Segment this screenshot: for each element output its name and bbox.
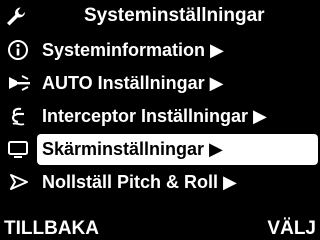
menu-item-skarminstallningar[interactable]: Skärminställningar ▶: [0, 133, 320, 166]
menu-item-label: Systeminformation ▶: [42, 40, 224, 60]
menu-item-auto-installningar[interactable]: AUTO Inställningar ▶: [0, 67, 320, 100]
monitor-icon: [6, 138, 32, 160]
menu-item-label: AUTO Inställningar ▶: [42, 73, 224, 93]
menu-item-systeminformation[interactable]: Systeminformation ▶: [0, 34, 320, 67]
page-title: Systeminställningar: [84, 5, 265, 26]
menu-item-nollstall-pitch-roll[interactable]: Nollställ Pitch & Roll ▶: [0, 166, 320, 199]
back-softkey[interactable]: TILLBAKA: [4, 218, 99, 240]
wrench-icon: [4, 5, 30, 27]
menu-item-label: Nollställ Pitch & Roll ▶: [42, 172, 237, 192]
auto-trim-icon: [6, 72, 32, 94]
select-softkey[interactable]: VÄLJ: [267, 218, 316, 240]
interceptor-icon: [6, 105, 32, 127]
menu-item-label: Interceptor Inställningar ▶: [42, 106, 267, 126]
screen-header: Systeminställningar: [0, 0, 320, 34]
pitch-roll-icon: [6, 171, 32, 193]
menu-item-interceptor-installningar[interactable]: Interceptor Inställningar ▶: [0, 100, 320, 133]
menu-item-label: Skärminställningar ▶: [42, 139, 223, 159]
info-icon: [6, 39, 32, 61]
softkey-bar: TILLBAKA VÄLJ: [0, 216, 320, 240]
